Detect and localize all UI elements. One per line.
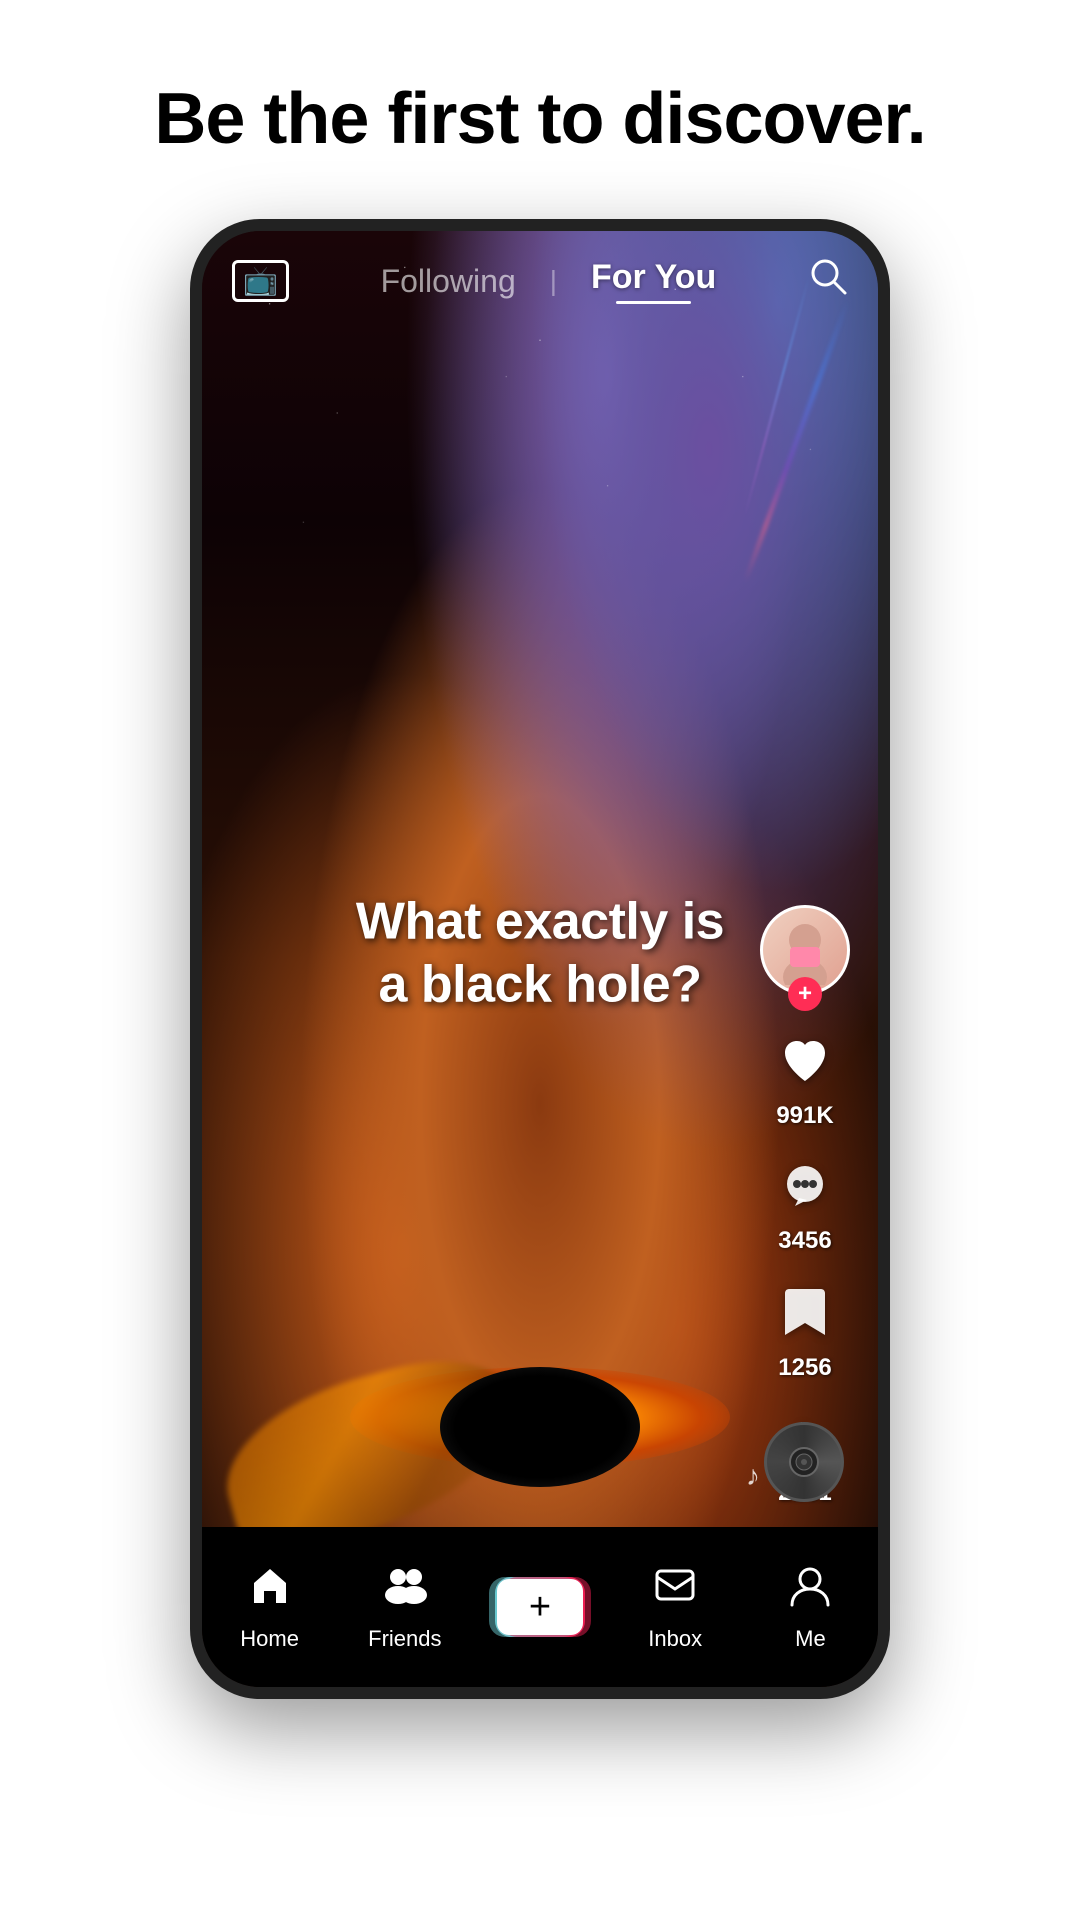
video-title-text: What exactly is a black hole?	[270, 891, 811, 1016]
comment-icon	[779, 1160, 831, 1221]
me-label: Me	[795, 1626, 826, 1652]
comment-action[interactable]: 3456	[778, 1160, 831, 1255]
home-icon	[248, 1563, 292, 1618]
friends-label: Friends	[368, 1626, 441, 1652]
friends-icon	[381, 1563, 429, 1618]
phone-mockup: 📺 Following | For You What exactly is a …	[190, 219, 890, 1699]
black-hole	[440, 1367, 640, 1487]
video-title: What exactly is a black hole?	[270, 891, 811, 1016]
nav-tabs: Following | For You	[381, 258, 717, 304]
tab-following[interactable]: Following	[381, 263, 516, 300]
comment-count: 3456	[778, 1227, 831, 1255]
like-count: 991K	[776, 1102, 833, 1130]
live-icon-box: 📺	[232, 260, 289, 302]
profile-icon	[788, 1563, 832, 1618]
follow-button[interactable]: +	[788, 977, 822, 1011]
live-button[interactable]: 📺	[232, 260, 289, 302]
inbox-icon	[653, 1563, 697, 1618]
nav-inbox[interactable]: Inbox	[608, 1563, 743, 1652]
nav-friends[interactable]: Friends	[337, 1563, 472, 1652]
top-navigation: 📺 Following | For You	[202, 231, 878, 331]
avatar-container: +	[760, 905, 850, 995]
music-disc[interactable]	[764, 1422, 844, 1502]
like-icon	[779, 1035, 831, 1096]
home-label: Home	[240, 1626, 299, 1652]
inbox-label: Inbox	[648, 1626, 702, 1652]
nav-me[interactable]: Me	[743, 1563, 878, 1652]
bottom-navigation: Home Friends +	[202, 1527, 878, 1687]
nav-add[interactable]: +	[472, 1577, 607, 1637]
bookmark-icon	[781, 1285, 829, 1348]
live-tv-icon: 📺	[243, 265, 278, 296]
add-button-inner: +	[497, 1579, 583, 1635]
nav-home[interactable]: Home	[202, 1563, 337, 1652]
stars-overlay	[202, 231, 878, 959]
add-button[interactable]: +	[495, 1577, 585, 1637]
nav-divider: |	[550, 265, 557, 297]
bookmark-action[interactable]: 1256	[778, 1285, 831, 1382]
like-action[interactable]: 991K	[776, 1035, 833, 1130]
music-note-icon: ♪	[746, 1460, 760, 1492]
right-sidebar: + 991K 3456	[760, 905, 850, 1507]
bookmark-count: 1256	[778, 1354, 831, 1382]
page-headline: Be the first to discover.	[154, 80, 925, 159]
tab-for-you[interactable]: For You	[591, 258, 716, 304]
search-icon[interactable]	[808, 256, 848, 306]
music-disc-inner	[789, 1447, 819, 1477]
